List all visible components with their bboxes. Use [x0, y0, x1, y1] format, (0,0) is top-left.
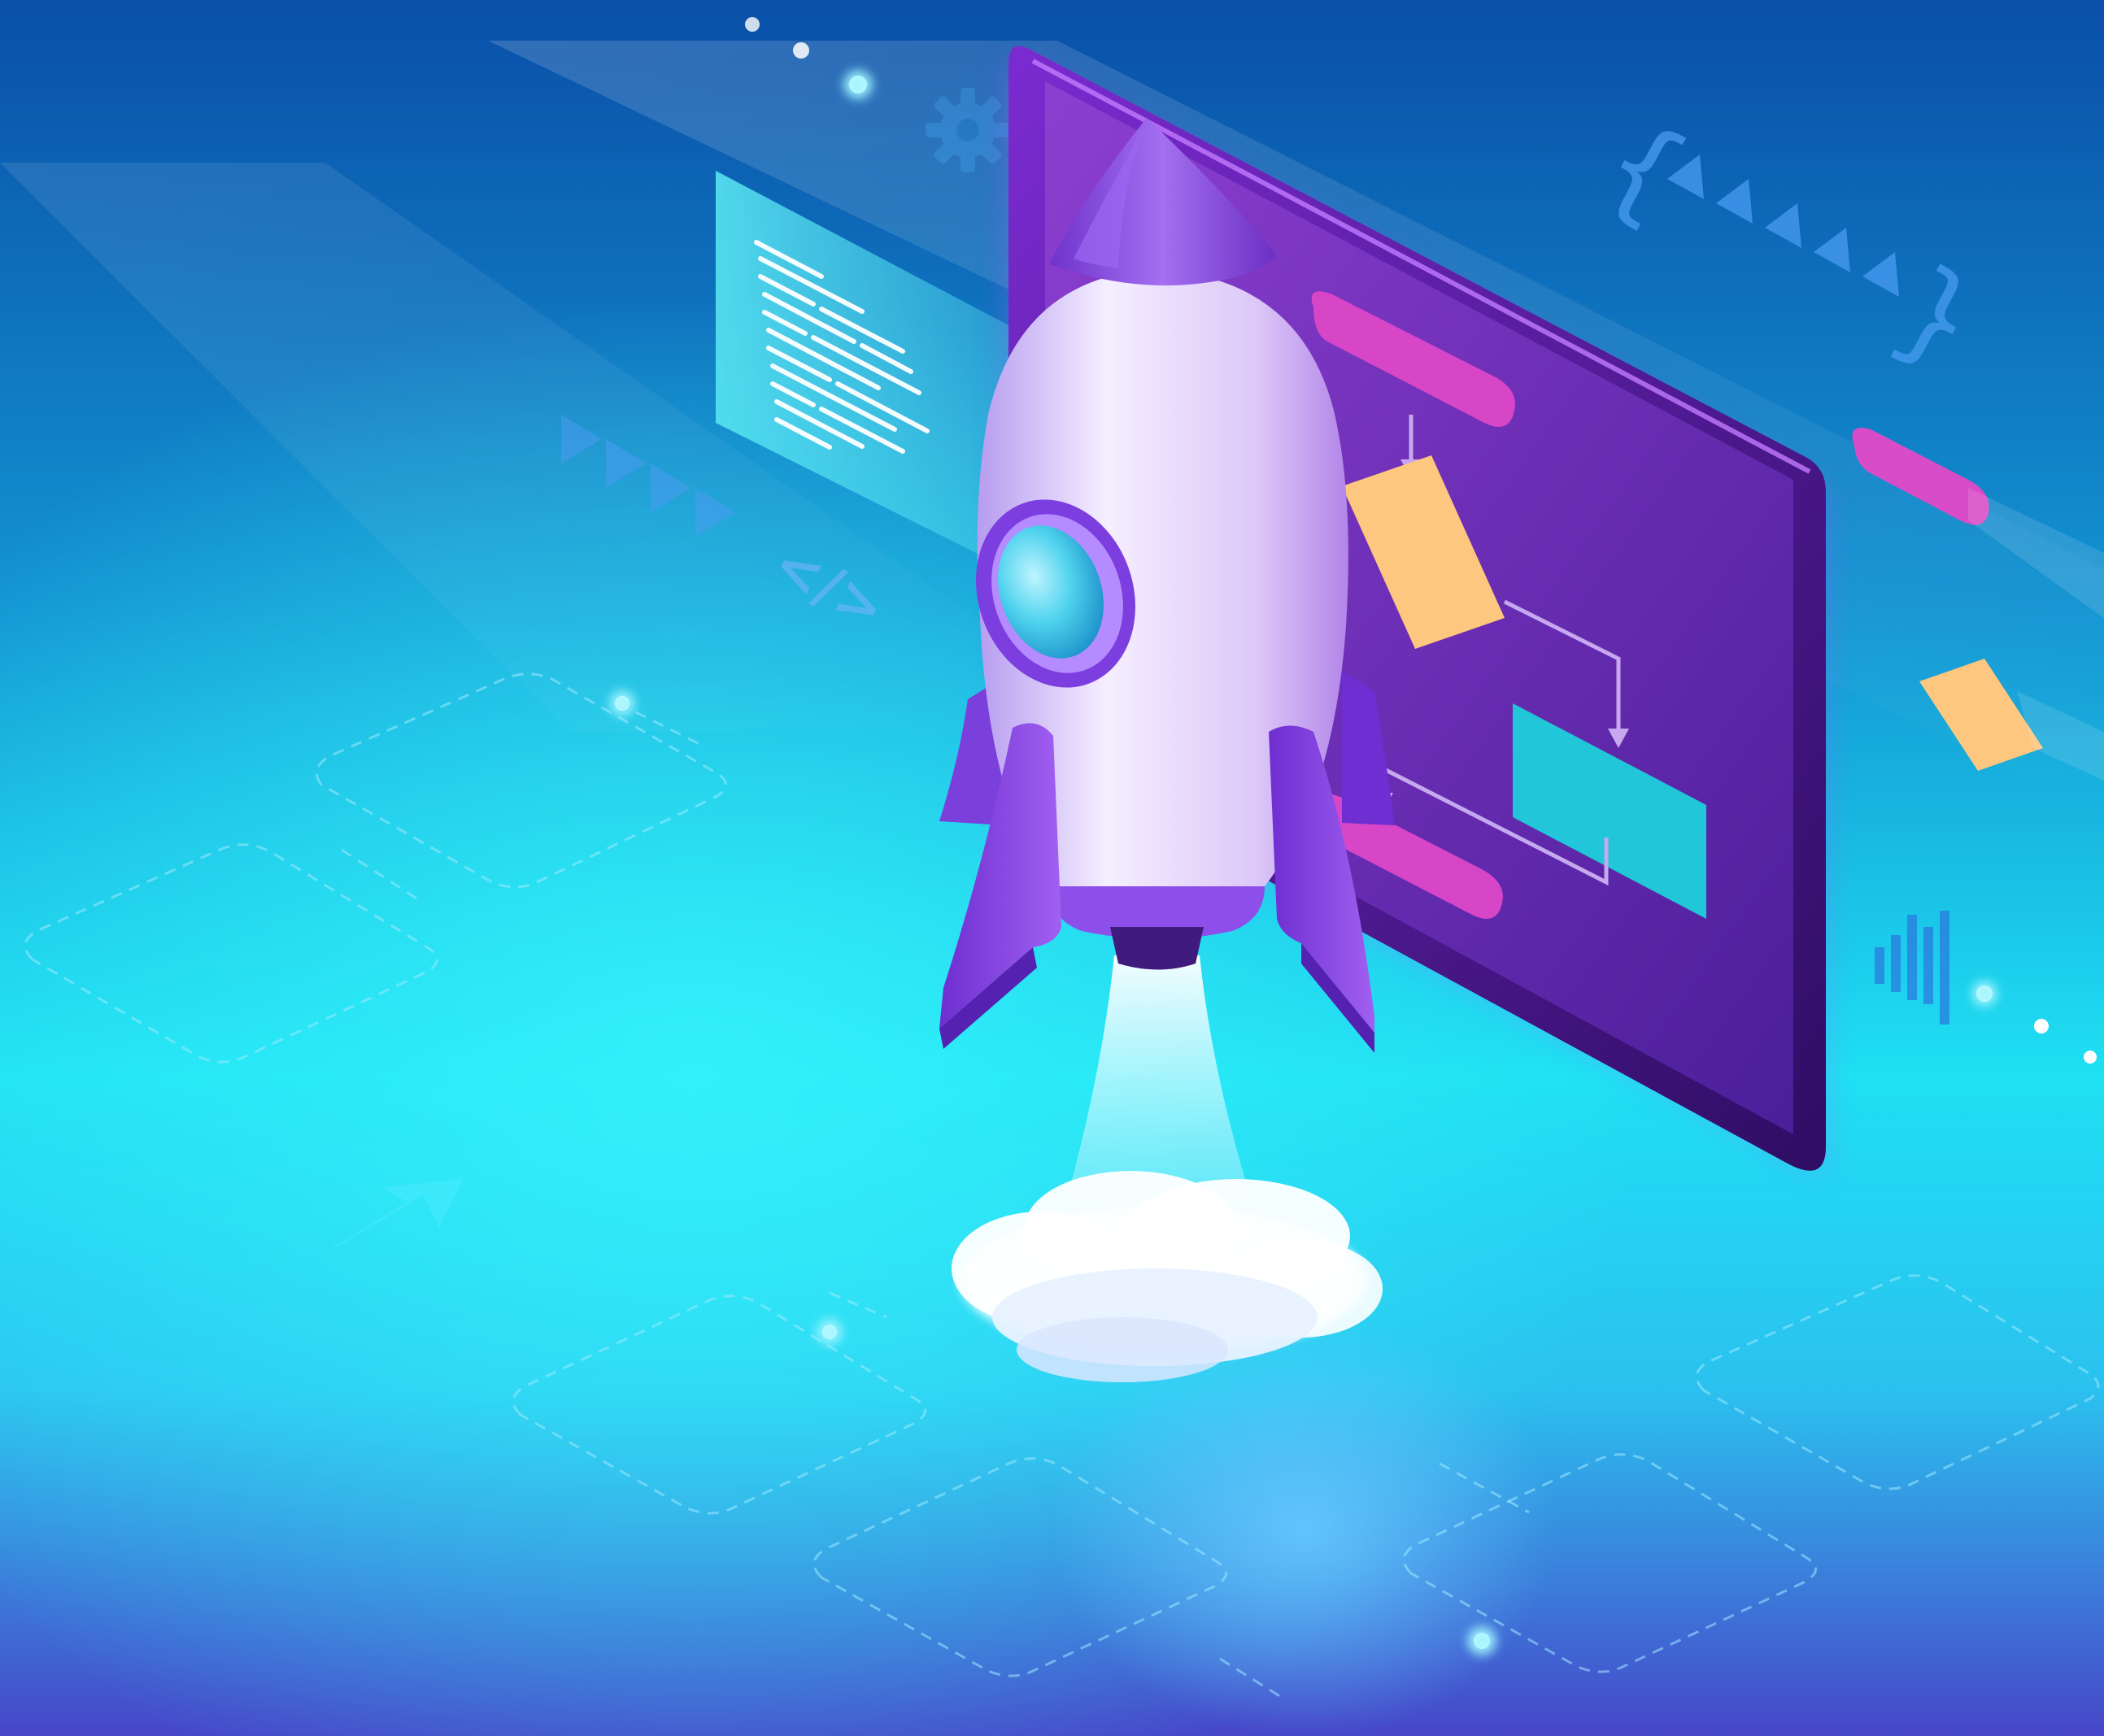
- glow-dot: [2034, 1019, 2049, 1033]
- glow-dot: [2084, 1051, 2097, 1064]
- rocket-launch-illustration: </> { }: [0, 0, 2104, 1736]
- glow-dot: [793, 42, 809, 59]
- illustration-stage: </> { }: [0, 0, 2104, 1736]
- gear-icon: [926, 88, 1010, 172]
- rocket-nozzle: [1110, 927, 1204, 970]
- glow-dot: [745, 17, 760, 32]
